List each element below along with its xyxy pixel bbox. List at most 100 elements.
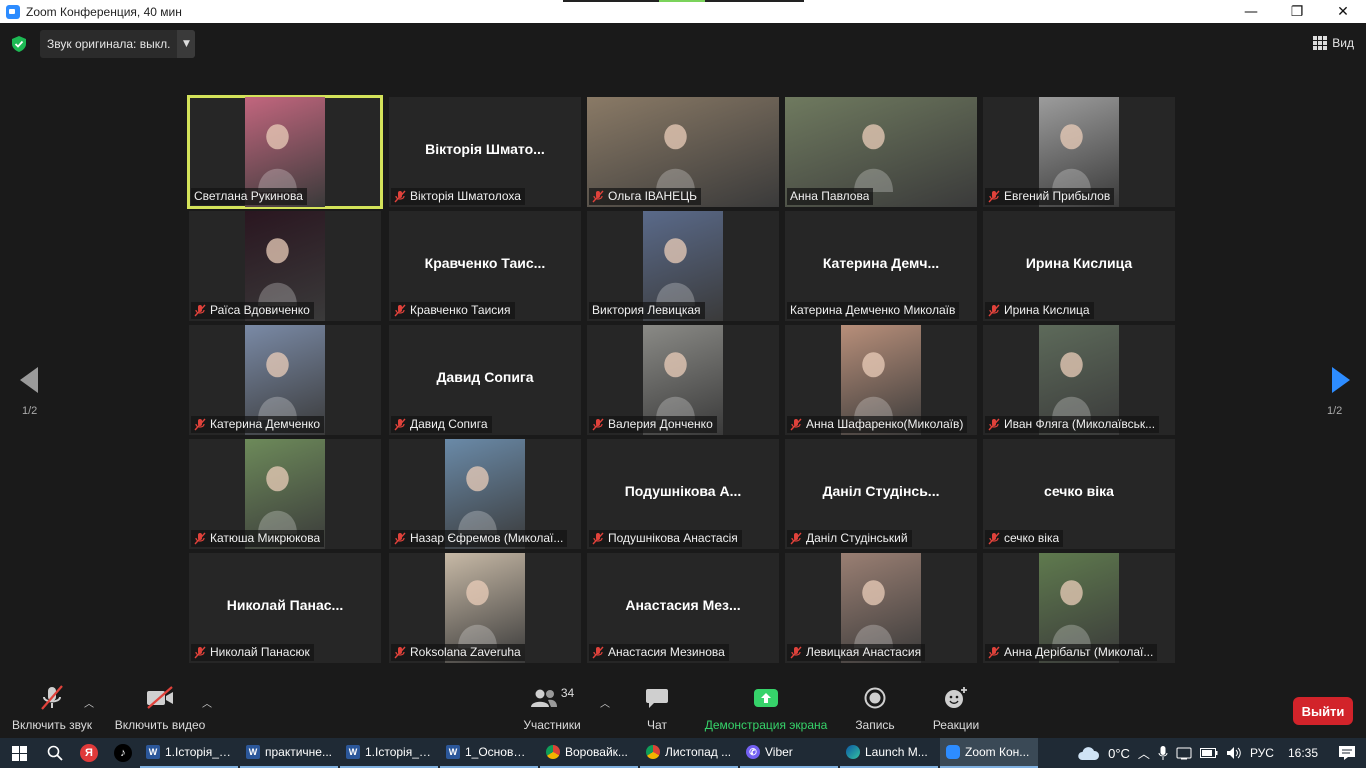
taskbar-app-zoom[interactable]: Zoom Кон... <box>940 738 1038 768</box>
chevron-down-icon[interactable]: ▼ <box>177 30 196 58</box>
participant-tile[interactable]: Виктория Левицкая <box>587 211 779 321</box>
battery-icon[interactable] <box>1199 748 1218 758</box>
participant-tile[interactable]: Вікторія Шмато... Вікторія Шматолоха <box>389 97 581 207</box>
unmute-button[interactable]: Включить звук <box>10 683 94 732</box>
participant-tile[interactable]: Катюша Микрюкова <box>189 439 381 549</box>
close-button[interactable]: ✕ <box>1320 0 1366 23</box>
participant-display-name: Вікторія Шмато... <box>425 141 545 157</box>
participant-tile[interactable]: Иван Фляга (Миколаївськ... <box>983 325 1175 435</box>
participant-name: Ирина Кислица <box>1004 303 1090 317</box>
mic-muted-icon <box>592 532 604 545</box>
notifications-icon[interactable] <box>1338 745 1356 761</box>
word-icon: W <box>346 745 360 759</box>
taskbar-app-word[interactable]: W 1_Основи ... <box>440 738 538 768</box>
participant-tile[interactable]: Давид Сопига Давид Сопига <box>389 325 581 435</box>
participant-tile[interactable]: Раїса Вдовиченко <box>189 211 381 321</box>
microphone-icon[interactable] <box>1158 745 1168 761</box>
taskbar-app-word[interactable]: Wпрактичне... <box>240 738 338 768</box>
participant-name: Назар Єфремов (Миколаї... <box>410 531 564 545</box>
participant-tile[interactable]: Левицкая Анастасия <box>785 553 977 663</box>
participant-tile[interactable]: Евгений Прибылов <box>983 97 1175 207</box>
participant-name: Кравченко Таисия <box>410 303 511 317</box>
video-options-caret-icon[interactable]: ︿ <box>202 695 212 710</box>
chat-button[interactable]: Чат <box>642 683 672 732</box>
chrome-icon <box>546 745 560 759</box>
participant-tile[interactable]: Катерина Демч... Катерина Демченко Микола… <box>785 211 977 321</box>
participant-name-tag: Назар Єфремов (Миколаї... <box>391 530 568 547</box>
mic-off-icon <box>39 683 65 713</box>
view-button[interactable]: Вид <box>1313 36 1354 50</box>
taskbar-apps: W 1.Історія_с... Wпрактичне... W 1.Історія_с… <box>140 738 1040 768</box>
participant-name: Давид Сопига <box>410 417 488 431</box>
participant-tile[interactable]: Кравченко Таис... Кравченко Таисия <box>389 211 581 321</box>
participant-tile[interactable]: Катерина Демченко <box>189 325 381 435</box>
participant-tile[interactable]: Назар Єфремов (Миколаї... <box>389 439 581 549</box>
mic-muted-icon <box>394 646 406 659</box>
reactions-button[interactable]: Реакции <box>932 683 980 732</box>
participant-tile[interactable]: Анна Дерібальт (Миколаї... <box>983 553 1175 663</box>
tiktok-button[interactable]: ♪ <box>106 738 140 768</box>
tray-chevron-up-icon[interactable]: ︿ <box>1138 745 1150 762</box>
start-button[interactable] <box>0 738 38 768</box>
clock[interactable]: 16:35 <box>1288 746 1318 760</box>
participant-name: Левицкая Анастасия <box>806 645 922 659</box>
cloud-weather-icon[interactable] <box>1076 745 1100 761</box>
yandex-browser-button[interactable]: Я <box>72 738 106 768</box>
participant-tile[interactable]: Валерия Донченко <box>587 325 779 435</box>
start-video-button[interactable]: Включить видео <box>114 683 206 732</box>
participant-name-tag: Валерия Донченко <box>589 416 717 433</box>
participant-tile[interactable]: Анна Павлова <box>785 97 977 207</box>
taskbar-app-label: Launch M... <box>865 745 928 759</box>
participant-tile[interactable]: Анна Шафаренко(Миколаїв) <box>785 325 977 435</box>
original-sound-label[interactable]: Звук оригинала: выкл. <box>40 30 177 58</box>
taskbar-app-word[interactable]: W 1.Історія_с... <box>340 738 438 768</box>
participant-name-tag: Катерина Демченко Миколаїв <box>787 302 960 319</box>
participant-tile[interactable]: Подушнікова А... Подушнікова Анастасія <box>587 439 779 549</box>
mic-muted-icon <box>394 418 406 431</box>
participant-tile[interactable]: Roksolana Zaveruha <box>389 553 581 663</box>
taskbar-app-chrome[interactable]: Листопад ... <box>640 738 738 768</box>
taskbar-app-label: 1.Історія_с... <box>365 745 432 759</box>
participant-name: Виктория Левицкая <box>592 303 701 317</box>
network-icon[interactable] <box>1176 746 1192 760</box>
taskbar-app-edge[interactable]: Launch M... <box>840 738 938 768</box>
next-page-arrow-icon[interactable] <box>1328 365 1352 395</box>
participant-name-tag: Анна Шафаренко(Миколаїв) <box>787 416 968 433</box>
participant-name: Roksolana Zaveruha <box>410 645 521 659</box>
participant-tile[interactable]: Ольга ІВАНЕЦЬ <box>587 97 779 207</box>
participant-tile[interactable]: Светлана Рукинова <box>187 95 383 209</box>
taskbar-app-viber[interactable]: ✆ Viber <box>740 738 838 768</box>
system-tray: 0°C ︿ РУС 16:35 <box>1076 738 1366 768</box>
volume-icon[interactable] <box>1226 746 1242 760</box>
record-button[interactable]: Запись <box>855 683 895 732</box>
participant-tile[interactable]: Ирина Кислица Ирина Кислица <box>983 211 1175 321</box>
taskbar-app-label: Zoom Кон... <box>965 745 1030 759</box>
search-button[interactable] <box>38 738 72 768</box>
mic-muted-icon <box>194 532 206 545</box>
share-screen-button[interactable]: Демонстрация экрана <box>704 683 828 732</box>
audio-options-caret-icon[interactable]: ︿ <box>84 695 94 710</box>
taskbar-app-chrome[interactable]: Воровайк... <box>540 738 638 768</box>
shield-icon[interactable] <box>12 36 26 52</box>
temperature[interactable]: 0°C <box>1108 746 1130 761</box>
participants-button[interactable]: 34 Участники <box>522 683 582 732</box>
taskbar-app-word[interactable]: W 1.Історія_с... <box>140 738 238 768</box>
unmute-label: Включить звук <box>11 718 93 732</box>
participant-tile[interactable]: Анастасия Мез... Анастасия Мезинова <box>587 553 779 663</box>
participants-options-caret-icon[interactable]: ︿ <box>600 695 610 710</box>
restore-button[interactable]: ❐ <box>1274 0 1320 23</box>
participant-name: Подушнікова Анастасія <box>608 531 738 545</box>
participant-tile[interactable]: сечко віка сечко віка <box>983 439 1175 549</box>
word-icon: W <box>446 745 460 759</box>
mic-muted-icon <box>790 646 802 659</box>
minimize-button[interactable]: — <box>1228 0 1274 23</box>
original-sound-dropdown[interactable]: Звук оригинала: выкл. ▼ <box>40 30 196 58</box>
prev-page-arrow-icon[interactable] <box>18 365 42 395</box>
mic-muted-icon <box>988 646 1000 659</box>
input-language[interactable]: РУС <box>1250 746 1274 760</box>
titlebar-drag-handle[interactable] <box>563 0 804 2</box>
leave-button[interactable]: Выйти <box>1293 697 1353 725</box>
meeting-toolbar: Включить звук ︿ Включить видео ︿ 34 Учас… <box>0 683 1366 737</box>
participant-tile[interactable]: Даніл Студінсь... Даніл Студінський <box>785 439 977 549</box>
participant-tile[interactable]: Николай Панас... Николай Панасюк <box>189 553 381 663</box>
